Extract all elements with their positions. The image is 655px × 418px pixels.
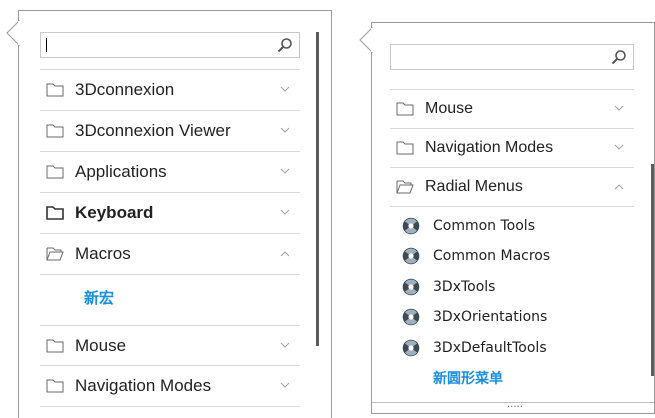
radial-menu-icon [402, 339, 420, 357]
radial-menu-label: 3DxTools [433, 279, 496, 295]
tree-item-navigation-modes[interactable]: Navigation Modes [390, 128, 634, 167]
divider [40, 274, 300, 275]
tree-item-navigation-modes[interactable]: Navigation Modes [40, 365, 300, 406]
scrollbar-thumb[interactable] [651, 164, 654, 376]
tree-item-label: Radial Menus [425, 178, 523, 195]
folder-icon [46, 206, 64, 220]
chevron-down-icon[interactable] [280, 86, 290, 93]
tree-item-applications[interactable]: Applications [40, 151, 300, 192]
new-macro-link[interactable]: 新宏 [84, 287, 114, 308]
tree-item-label: Navigation Modes [425, 139, 554, 156]
chevron-down-icon[interactable] [280, 168, 290, 175]
tree-item-label: Applications [75, 162, 167, 181]
folder-icon [46, 379, 64, 393]
search-field[interactable] [41, 33, 277, 57]
chevron-down-icon[interactable] [280, 209, 290, 216]
search-input[interactable] [40, 32, 300, 58]
folder-icon [46, 124, 64, 138]
folder-open-icon [46, 247, 64, 261]
tree-item-3dconnexion[interactable]: 3Dconnexion [40, 69, 300, 110]
folder-icon [396, 102, 414, 116]
tree-item-label: Mouse [425, 100, 474, 117]
folder-icon [396, 141, 414, 155]
radial-menu-item[interactable]: 3DxDefaultTools [402, 338, 547, 358]
tree-item-label: 3Dconnexion [75, 80, 175, 99]
radial-menu-icon [402, 308, 420, 326]
tree-item-mouse[interactable]: Mouse [40, 325, 300, 365]
search-field[interactable] [391, 45, 611, 69]
panel-pointer [359, 27, 373, 53]
tree-item-radial-menus[interactable]: Radial Menus [390, 167, 634, 206]
tree-item-label: Keyboard [75, 203, 154, 222]
new-radial-menu-link[interactable]: 新圆形菜单 [433, 368, 503, 388]
chevron-down-icon[interactable] [280, 127, 290, 134]
chevron-down-icon[interactable] [280, 342, 290, 349]
radial-menu-item[interactable]: Common Tools [402, 216, 535, 236]
panel-pointer [6, 20, 20, 46]
radial-menu-label: Common Tools [433, 218, 535, 234]
folder-icon [46, 83, 64, 97]
radial-menu-item[interactable]: 3DxOrientations [402, 307, 547, 327]
tree-item-macros[interactable]: Macros [40, 233, 300, 274]
tree-item-label: Mouse [75, 335, 127, 355]
divider [40, 406, 300, 407]
chevron-down-icon[interactable] [614, 144, 624, 151]
tree-item-mouse[interactable]: Mouse [390, 89, 634, 128]
folder-icon [46, 339, 64, 352]
tree-item-label: Navigation Modes [75, 376, 212, 395]
radial-menu-item[interactable]: 3DxTools [402, 277, 495, 297]
radial-menu-label: Common Macros [433, 248, 551, 264]
radial-menu-label: 3DxDefaultTools [433, 340, 547, 356]
chevron-up-icon[interactable] [614, 183, 624, 190]
radial-menu-label: 3DxOrientations [433, 309, 548, 325]
radial-menu-item[interactable]: Common Macros [402, 246, 550, 266]
tree-item-label: Macros [75, 244, 131, 263]
divider [390, 206, 634, 207]
chevron-down-icon[interactable] [614, 105, 624, 112]
tree-item-3dconnexion-viewer[interactable]: 3Dconnexion Viewer [40, 110, 300, 151]
scrollbar-thumb[interactable] [316, 32, 319, 346]
chevron-up-icon[interactable] [280, 250, 290, 257]
search-input[interactable] [390, 44, 634, 70]
radial-menu-icon [402, 278, 420, 296]
chevron-down-icon[interactable] [280, 382, 290, 389]
search-icon[interactable] [611, 49, 627, 65]
tree-item-keyboard[interactable]: Keyboard [40, 192, 300, 233]
folder-icon [46, 165, 64, 179]
text-caret [46, 38, 47, 52]
folder-open-icon [396, 180, 414, 194]
radial-menu-icon [402, 217, 420, 235]
radial-menu-icon [402, 247, 420, 265]
tree-item-label: 3Dconnexion Viewer [75, 121, 231, 140]
search-icon[interactable] [277, 37, 293, 53]
resize-grip[interactable]: ..... [507, 399, 523, 410]
